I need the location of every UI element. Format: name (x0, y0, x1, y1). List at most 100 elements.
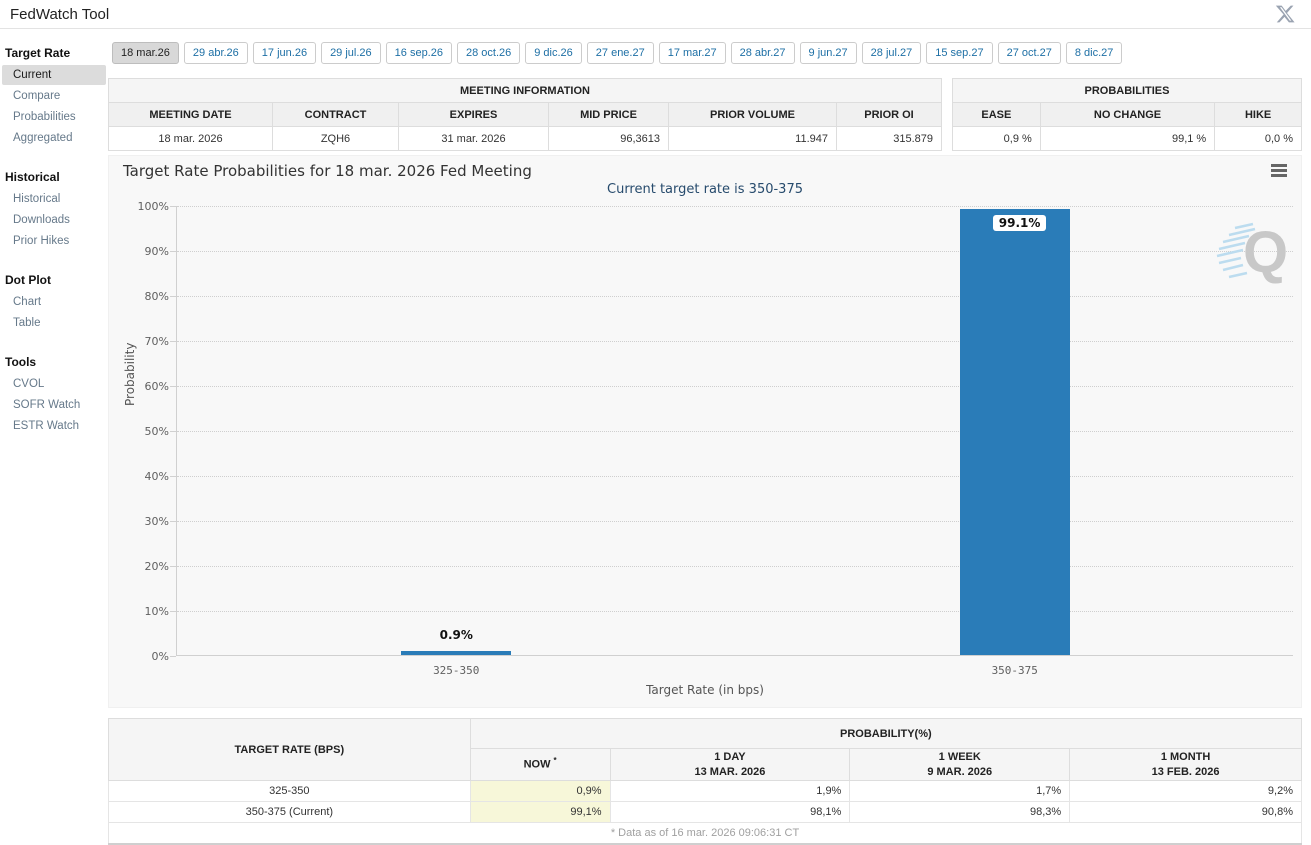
page-title: FedWatch Tool (10, 6, 110, 23)
sidebar-section-target-rate: Target Rate Current Compare Probabilities Ag… (0, 40, 108, 148)
probability-cell: 1,7% (849, 780, 1071, 802)
sidebar-item-historical[interactable]: Historical (2, 189, 106, 209)
gridline-100 (177, 206, 1293, 207)
data-label-350-375: 99.1% (992, 215, 1047, 232)
column-header-mid-price: MID PRICE (548, 102, 669, 127)
tab-16-sep-26[interactable]: 16 sep.26 (385, 42, 452, 64)
gridline-60 (177, 386, 1293, 387)
column-header-prior-volume: PRIOR VOLUME (668, 102, 837, 127)
probability-table-panel: TARGET RATE (BPS) PROBABILITY(%) NOW * 1 DA… (108, 718, 1303, 845)
meeting-date-tabs: 18 mar.26 29 abr.26 17 jun.26 29 jul.26 16 s… (112, 42, 1123, 64)
x-share-icon[interactable] (1275, 4, 1295, 24)
y-tick-90 (170, 251, 176, 252)
value-contract: ZQH6 (272, 126, 399, 151)
y-tick-0 (170, 656, 176, 657)
target-rate-bps-header: TARGET RATE (BPS) (108, 718, 471, 781)
y-axis-title: Probability (123, 342, 137, 406)
gridline-20 (177, 566, 1293, 567)
sidebar-item-aggregated[interactable]: Aggregated (2, 128, 106, 148)
gridline-70 (177, 341, 1293, 342)
bar-350-375[interactable] (959, 209, 1070, 655)
meeting-information-table: MEETING INFORMATION MEETING DATE CONTRACT E… (108, 78, 942, 151)
gridline-40 (177, 476, 1293, 477)
y-tick-label-80: 80% (144, 290, 169, 303)
probability-cell: 98,1% (609, 801, 851, 823)
y-tick-100 (170, 206, 176, 207)
y-tick-label-10: 10% (144, 605, 169, 618)
tab-29-abr-26[interactable]: 29 abr.26 (183, 42, 248, 64)
plot-area: 0% 10% 20% 30% 40% 50% 60% 70% 80% 90% 100% 0.9% 325… (138, 200, 1293, 677)
tab-27-ene-27[interactable]: 27 ene.27 (586, 42, 654, 64)
probability-cell: 0,9% (469, 780, 611, 802)
tab-9-dic-26[interactable]: 9 dic.26 (525, 42, 582, 64)
tab-17-jun-26[interactable]: 17 jun.26 (252, 42, 317, 64)
table-row-325-350: 325-350 0,9% 1,9% 1,7% 9,2% (108, 780, 1302, 802)
subheader-1-month: 1 MONTH 13 FEB. 2026 (1069, 748, 1302, 781)
sidebar-item-table[interactable]: Table (2, 313, 106, 333)
column-header-ease: EASE (952, 102, 1041, 127)
gridline-90 (177, 251, 1293, 252)
y-tick-70 (170, 341, 176, 342)
column-header-meeting-date: MEETING DATE (108, 102, 273, 127)
y-tick-50 (170, 431, 176, 432)
chart-subtitle: Current target rate is 350-375 (607, 182, 803, 197)
probability-table: TARGET RATE (BPS) PROBABILITY(%) NOW * 1 DA… (108, 718, 1303, 845)
x-tick-label-350-375: 350-375 (991, 664, 1038, 677)
tab-27-oct-27[interactable]: 27 oct.27 (997, 42, 1061, 64)
gridline-50 (177, 431, 1293, 432)
y-tick-label-0: 0% (151, 650, 169, 663)
column-header-expires: EXPIRES (398, 102, 549, 127)
sidebar-header-tools: Tools (5, 355, 37, 369)
sidebar-section-dot-plot: Dot Plot Chart Table (0, 267, 108, 333)
subheader-now: NOW * (469, 748, 611, 781)
y-tick-10 (170, 611, 176, 612)
subheader-1-day: 1 DAY 13 MAR. 2026 (609, 748, 851, 781)
target-rate-cell: 325-350 (108, 780, 471, 802)
value-hike: 0,0 % (1214, 126, 1302, 151)
sidebar-item-probabilities[interactable]: Probabilities (2, 107, 106, 127)
subheader-1-week: 1 WEEK 9 MAR. 2026 (849, 748, 1071, 781)
column-header-prior-oi: PRIOR OI (836, 102, 942, 127)
tab-28-jul-27[interactable]: 28 jul.27 (861, 42, 922, 64)
sidebar-item-cvol[interactable]: CVOL (2, 374, 106, 394)
sidebar-item-current[interactable]: Current (2, 65, 106, 85)
tab-15-sep-27[interactable]: 15 sep.27 (926, 42, 993, 64)
column-header-contract: CONTRACT (272, 102, 399, 127)
y-tick-30 (170, 521, 176, 522)
probability-cell: 90,8% (1069, 801, 1302, 823)
data-label-325-350: 0.9% (439, 627, 473, 642)
data-as-of-footnote: * Data as of 16 mar. 2026 09:06:31 CT (108, 822, 1302, 844)
bar-325-350[interactable] (401, 650, 512, 655)
sidebar-item-estr-watch[interactable]: ESTR Watch (2, 416, 106, 436)
tab-29-jul-26[interactable]: 29 jul.26 (321, 42, 381, 64)
sidebar: Target Rate Current Compare Probabilities Ag… (0, 40, 108, 452)
value-prior-oi: 315.879 (836, 126, 942, 151)
probability-cell: 1,9% (609, 780, 851, 802)
tab-28-oct-26[interactable]: 28 oct.26 (456, 42, 521, 64)
tab-9-jun-27[interactable]: 9 jun.27 (799, 42, 857, 64)
tab-8-dic-27[interactable]: 8 dic.27 (1065, 42, 1123, 64)
y-tick-60 (170, 386, 176, 387)
sidebar-section-historical: Historical Historical Downloads Prior Hikes (0, 164, 108, 251)
tab-18-mar-26[interactable]: 18 mar.26 (112, 42, 179, 64)
hamburger-menu-icon[interactable] (1271, 164, 1287, 177)
y-tick-40 (170, 476, 176, 477)
sidebar-item-compare[interactable]: Compare (2, 86, 106, 106)
y-tick-20 (170, 566, 176, 567)
gridline-10 (177, 611, 1293, 612)
meeting-information-title: MEETING INFORMATION (108, 78, 942, 103)
tab-28-abr-27[interactable]: 28 abr.27 (730, 42, 795, 64)
sidebar-item-chart[interactable]: Chart (2, 292, 106, 312)
sidebar-item-prior-hikes[interactable]: Prior Hikes (2, 231, 106, 251)
sidebar-item-sofr-watch[interactable]: SOFR Watch (2, 395, 106, 415)
svg-text:Q: Q (1243, 220, 1288, 285)
tab-17-mar-27[interactable]: 17 mar.27 (658, 42, 726, 64)
value-prior-volume: 11.947 (668, 126, 837, 151)
sidebar-section-tools: Tools CVOL SOFR Watch ESTR Watch (0, 349, 108, 436)
sidebar-item-downloads[interactable]: Downloads (2, 210, 106, 230)
x-axis-title: Target Rate (in bps) (646, 683, 764, 697)
app-header: FedWatch Tool (0, 0, 1311, 29)
column-header-hike: HIKE (1214, 102, 1302, 127)
y-tick-label-40: 40% (144, 470, 169, 483)
probability-cell: 99,1% (469, 801, 611, 823)
